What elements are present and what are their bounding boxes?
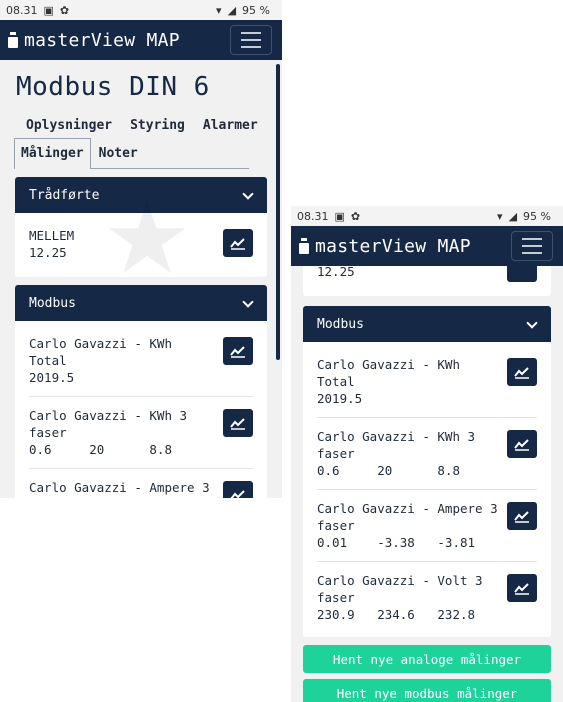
list-item: Carlo Gavazzi - KWh 3 faser 0.6 20 8.8	[317, 418, 537, 490]
chart-button[interactable]	[223, 229, 253, 257]
app-navbar: masterView MAP	[0, 20, 282, 60]
measurement-value: 12.25	[317, 266, 355, 279]
chart-icon	[514, 367, 529, 379]
fetch-modbus-button[interactable]: Hent nye modbus målinger	[303, 679, 551, 702]
list-item: Carlo Gavazzi - KWh Total 2019.5	[29, 321, 253, 397]
measurement-name-2: Total	[29, 353, 67, 368]
chevron-down-icon	[243, 298, 253, 308]
page-title: Modbus DIN 6	[16, 72, 210, 102]
measurement-value: 12.25	[29, 245, 67, 260]
chart-icon	[230, 418, 245, 430]
wired-card-partial: 12.25	[303, 266, 551, 296]
measurement-name-2: faser	[317, 518, 355, 533]
status-bar: 08.31 ▣ ✿ ▾ ◢ 95 %	[291, 206, 563, 226]
battery-text: 95 %	[242, 3, 270, 17]
scrollbar[interactable]	[276, 64, 280, 360]
modbus-card: Modbus Carlo Gavazzi - KWh Total 2019.5 Ca…	[303, 306, 551, 637]
measurement-name-2: faser	[317, 446, 355, 461]
battery-text: 95 %	[523, 209, 551, 223]
chart-button[interactable]	[507, 574, 537, 602]
list-item: Carlo Gavazzi - KWh 3 faser 0.6 20 8.8	[29, 397, 253, 469]
signal-icon: ◢	[227, 3, 237, 17]
brand[interactable]: masterView MAP	[8, 30, 180, 51]
modbus-card: Modbus Carlo Gavazzi - KWh Total 2019.5 Ca…	[15, 285, 267, 498]
measurement-value: 0.6 20 8.8	[29, 442, 172, 457]
measurement-name: MELLEM	[29, 228, 75, 243]
measurement-name-2: faser	[29, 496, 210, 498]
tab-oplysninger[interactable]: Oplysninger	[22, 118, 116, 133]
chart-icon	[514, 439, 529, 451]
measurement-value: 0.01 -3.38 -3.81	[317, 535, 476, 550]
fan-icon: ✿	[59, 3, 70, 17]
list-item: Carlo Gavazzi - Ampere 3faser	[29, 469, 253, 498]
modbus-card-title: Modbus	[29, 295, 76, 311]
left-screenshot: 08.31 ▣ ✿ ▾ ◢ 95 % masterView MAP ★ Modbus D…	[0, 0, 282, 498]
chart-button[interactable]	[507, 358, 537, 386]
measurement-value: 230.9 234.6 232.8	[317, 607, 476, 622]
chevron-down-icon	[243, 190, 253, 200]
chart-icon	[514, 511, 529, 523]
measurement-name-2: faser	[29, 425, 67, 440]
list-item: Carlo Gavazzi - Volt 3 faser 230.9 234.6 2…	[317, 562, 537, 637]
measurement-value: 2019.5	[317, 391, 363, 406]
measurement-name: Carlo Gavazzi - KWh 3	[29, 408, 188, 423]
hamburger-icon	[241, 32, 261, 34]
modbus-card-title: Modbus	[317, 316, 364, 332]
notification-icon: ▣	[334, 209, 345, 223]
wired-card-title: Trådførte	[29, 187, 100, 203]
brand-logo-icon	[299, 238, 309, 254]
modbus-card-header[interactable]: Modbus	[303, 306, 551, 342]
tab-malinger[interactable]: Målinger	[14, 137, 91, 169]
fetch-analog-button[interactable]: Hent nye analoge målinger	[303, 645, 551, 673]
wifi-icon: ▾	[497, 209, 503, 223]
measurement-name: Carlo Gavazzi - Ampere 3	[29, 480, 210, 495]
chart-icon	[514, 583, 529, 595]
measurement-name: Carlo Gavazzi - Volt 3	[317, 573, 483, 588]
measurement-name: Carlo Gavazzi - KWh 3	[317, 429, 476, 444]
measurement-name-2: Total	[317, 374, 355, 389]
measurement-name-2: faser	[317, 590, 355, 605]
chart-button[interactable]	[507, 502, 537, 530]
hamburger-icon	[522, 238, 542, 240]
wifi-icon: ▾	[216, 3, 222, 17]
brand[interactable]: masterView MAP	[299, 236, 471, 257]
menu-toggle-button[interactable]	[511, 231, 553, 261]
brand-label: masterView MAP	[24, 29, 180, 51]
chart-icon	[230, 346, 245, 358]
chart-button[interactable]	[223, 337, 253, 365]
tab-styring[interactable]: Styring	[126, 118, 189, 133]
chart-icon	[230, 238, 245, 250]
measurement-value: 2019.5	[29, 370, 75, 385]
fan-icon: ✿	[350, 209, 361, 223]
status-time: 08.31	[297, 209, 329, 223]
brand-logo-icon	[8, 32, 18, 48]
chevron-down-icon	[527, 319, 537, 329]
chart-button[interactable]	[507, 266, 537, 282]
app-navbar: masterView MAP	[291, 226, 563, 266]
measurement-name: Carlo Gavazzi - KWh	[317, 357, 460, 372]
list-item: Carlo Gavazzi - Ampere 3 faser 0.01 -3.38 …	[317, 490, 537, 562]
measurement-name: Carlo Gavazzi - Ampere 3	[317, 501, 498, 516]
list-item: Carlo Gavazzi - KWh Total 2019.5	[317, 342, 537, 418]
chart-button[interactable]	[223, 409, 253, 437]
chart-button[interactable]	[507, 430, 537, 458]
chart-button[interactable]	[223, 481, 253, 498]
menu-toggle-button[interactable]	[230, 25, 272, 55]
star-watermark-icon: ★	[105, 145, 190, 308]
notification-icon: ▣	[43, 3, 54, 17]
signal-icon: ◢	[508, 209, 518, 223]
right-screenshot: 08.31 ▣ ✿ ▾ ◢ 95 % masterView MAP 12.25 Modb…	[291, 206, 563, 702]
tab-alarmer[interactable]: Alarmer	[199, 118, 262, 133]
measurement-name: Carlo Gavazzi - KWh	[29, 336, 172, 351]
chart-icon	[230, 490, 245, 498]
brand-label: masterView MAP	[315, 235, 471, 257]
measurement-value: 0.6 20 8.8	[317, 463, 460, 478]
status-bar: 08.31 ▣ ✿ ▾ ◢ 95 %	[0, 0, 282, 20]
status-time: 08.31	[6, 3, 38, 17]
